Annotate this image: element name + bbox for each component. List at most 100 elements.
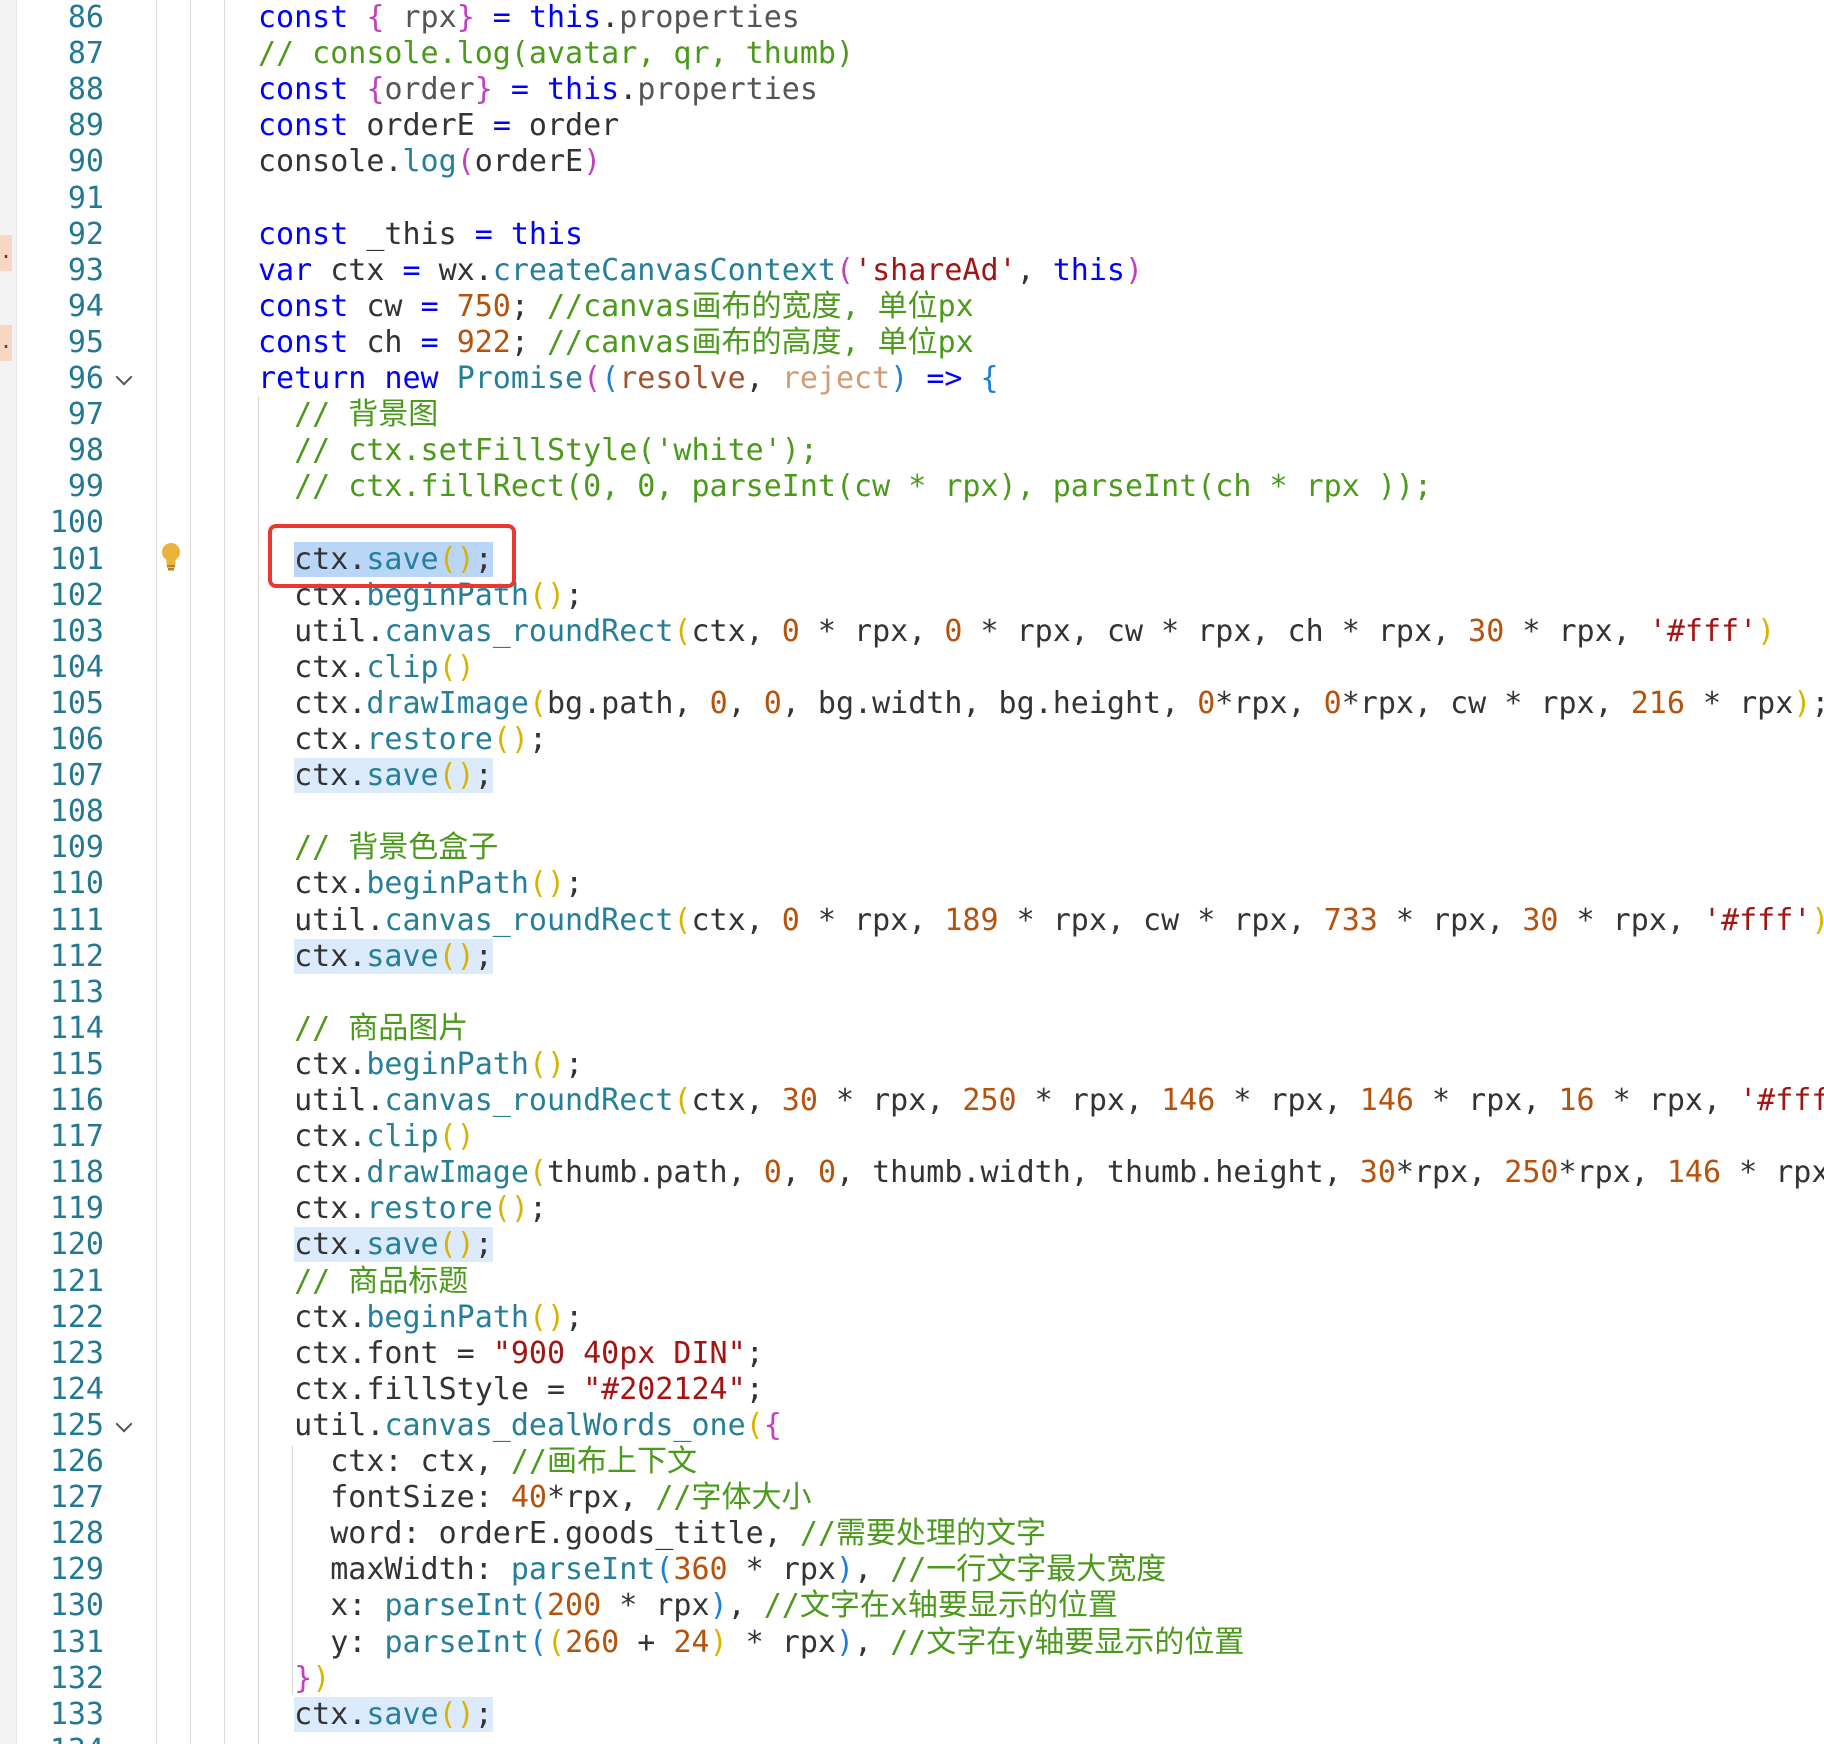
line-number: 87: [67, 36, 104, 72]
code-line[interactable]: 128 word: orderE.goods_title, //需要处理的文字: [0, 1516, 1824, 1552]
code-token: 0: [781, 613, 800, 649]
line-number: 110: [49, 866, 104, 902]
code-line[interactable]: 117 ctx.clip(): [0, 1119, 1824, 1155]
code-token: ctx: [258, 1299, 349, 1335]
code-line[interactable]: 133 ctx.save();: [0, 1696, 1824, 1733]
code-line[interactable]: 96 return new Promise((resolve, reject) =…: [0, 361, 1824, 397]
code-line[interactable]: 109 // 背景色盒子: [0, 830, 1824, 866]
code-token: .: [619, 72, 638, 108]
code-token: ,: [1016, 252, 1053, 288]
code-token: * rpx, cw * rpx,: [998, 902, 1324, 938]
chevron-down-icon[interactable]: [115, 368, 133, 386]
code-line[interactable]: 89 const orderE = order: [0, 108, 1824, 144]
code-token: ): [1793, 685, 1812, 721]
code-line[interactable]: 119 ctx.restore();: [0, 1191, 1824, 1227]
code-line[interactable]: 91: [0, 181, 1824, 217]
code-line[interactable]: 108: [0, 794, 1824, 830]
code-token: 146: [1359, 1083, 1414, 1118]
code-token: .: [366, 902, 385, 938]
code-line[interactable]: 114 // 商品图片: [0, 1011, 1824, 1047]
code-line[interactable]: 101 ctx.save();: [0, 541, 1824, 578]
code-line[interactable]: 126 ctx: ctx, //画布上下文: [0, 1444, 1824, 1480]
code-token: (: [528, 1624, 547, 1660]
line-number: 127: [49, 1480, 104, 1516]
line-number: 109: [49, 830, 104, 866]
code-line[interactable]: 102 ctx.beginPath();: [0, 578, 1824, 614]
code-line[interactable]: 134: [0, 1733, 1824, 1744]
code-token: *rpx,: [547, 1480, 656, 1516]
code-line[interactable]: 86 const { rpx} = this.properties: [0, 0, 1824, 36]
code-line[interactable]: 123 ctx.font = "900 40px DIN";: [0, 1336, 1824, 1372]
code-line[interactable]: 124 ctx.fillStyle = "#202124";: [0, 1372, 1824, 1408]
code-token: *rpx,: [1558, 1155, 1667, 1191]
code-line[interactable]: 90 console.log(orderE): [0, 144, 1824, 180]
code-token: .: [348, 577, 367, 613]
code-token: util: [258, 902, 367, 938]
code-text: // 背景图: [258, 397, 438, 433]
code-line[interactable]: 132 }): [0, 1661, 1824, 1697]
code-line[interactable]: 92 const _this = this: [0, 217, 1824, 253]
code-token: .: [348, 541, 367, 577]
code-line[interactable]: 100: [0, 505, 1824, 541]
code-line[interactable]: 121 // 商品标题: [0, 1264, 1824, 1300]
code-line[interactable]: 112 ctx.save();: [0, 938, 1824, 975]
code-line[interactable]: 97 // 背景图: [0, 397, 1824, 433]
code-line[interactable]: 87 // console.log(avatar, qr, thumb): [0, 36, 1824, 72]
code-line[interactable]: 120 ctx.save();: [0, 1227, 1824, 1263]
code-line[interactable]: 127 fontSize: 40*rpx, //字体大小: [0, 1480, 1824, 1516]
code-line[interactable]: 105 ctx.drawImage(bg.path, 0, 0, bg.widt…: [0, 686, 1824, 722]
code-line[interactable]: 106 ctx.restore();: [0, 722, 1824, 758]
code-line[interactable]: 131 y: parseInt((260 + 24) * rpx), //文字在…: [0, 1625, 1824, 1661]
line-number: 89: [67, 108, 104, 144]
code-token: :: [474, 1480, 511, 1516]
code-text: ctx: ctx, //画布上下文: [258, 1444, 697, 1480]
code-line[interactable]: 125 util.canvas_dealWords_one({: [0, 1408, 1824, 1444]
code-token: (): [438, 649, 475, 685]
line-number: 107: [49, 758, 104, 794]
code-line[interactable]: 129 maxWidth: parseInt(360 * rpx), //一行文…: [0, 1552, 1824, 1588]
code-token: // 商品标题: [258, 1263, 469, 1299]
code-line[interactable]: 111 util.canvas_roundRect(ctx, 0 * rpx, …: [0, 903, 1824, 939]
code-line[interactable]: 130 x: parseInt(200 * rpx), //文字在x轴要显示的位…: [0, 1588, 1824, 1624]
code-line[interactable]: 116 util.canvas_roundRect(ctx, 30 * rpx,…: [0, 1083, 1824, 1119]
code-token: }: [474, 72, 493, 108]
code-token: //canvas画布的宽度, 单位px: [547, 288, 974, 324]
code-token: 16: [1558, 1083, 1595, 1118]
code-token: (: [601, 361, 620, 396]
code-line[interactable]: 99 // ctx.fillRect(0, 0, parseInt(cw * r…: [0, 469, 1824, 505]
chevron-down-icon[interactable]: [115, 1415, 133, 1433]
code-token: ;: [565, 866, 584, 902]
code-line[interactable]: 122 ctx.beginPath();: [0, 1300, 1824, 1336]
code-line[interactable]: 103 util.canvas_roundRect(ctx, 0 * rpx, …: [0, 614, 1824, 650]
code-token: :: [348, 1624, 385, 1660]
code-editor[interactable]: . . 86 const { rpx} = this.properties 87//…: [0, 0, 1824, 1744]
code-line[interactable]: 93 var ctx = wx.createCanvasContext('shar…: [0, 253, 1824, 289]
line-number: 122: [49, 1299, 104, 1335]
code-line[interactable]: 110 ctx.beginPath();: [0, 866, 1824, 902]
code-token: ): [836, 1624, 855, 1660]
code-line[interactable]: 95 const ch = 922; //canvas画布的高度, 单位px: [0, 325, 1824, 361]
lightbulb-icon[interactable]: [160, 542, 182, 572]
code-text: const { rpx} = this.properties: [258, 0, 800, 36]
code-token: word: [258, 1516, 403, 1552]
code-line[interactable]: 107 ctx.save();: [0, 758, 1824, 794]
code-token: * rpx: [1684, 685, 1794, 721]
line-number: 103: [49, 613, 104, 649]
code-line[interactable]: 115 ctx.beginPath();: [0, 1047, 1824, 1083]
code-token: .: [601, 0, 620, 35]
line-number: 123: [49, 1335, 104, 1371]
code-token: parseInt: [384, 1624, 529, 1660]
code-line[interactable]: 113: [0, 975, 1824, 1011]
code-line[interactable]: 88 const {order} = this.properties: [0, 72, 1824, 108]
code-line[interactable]: 94 const cw = 750; //canvas画布的宽度, 单位px: [0, 289, 1824, 325]
code-line[interactable]: 118 ctx.drawImage(thumb.path, 0, 0, thum…: [0, 1155, 1824, 1191]
line-number: 117: [49, 1119, 104, 1155]
code-token: ctx: [294, 541, 349, 577]
code-line[interactable]: 104 ctx.clip(): [0, 650, 1824, 686]
code-token: {: [366, 72, 385, 108]
code-token: +: [619, 1624, 674, 1660]
code-line[interactable]: 98 // ctx.setFillStyle('white');: [0, 433, 1824, 469]
